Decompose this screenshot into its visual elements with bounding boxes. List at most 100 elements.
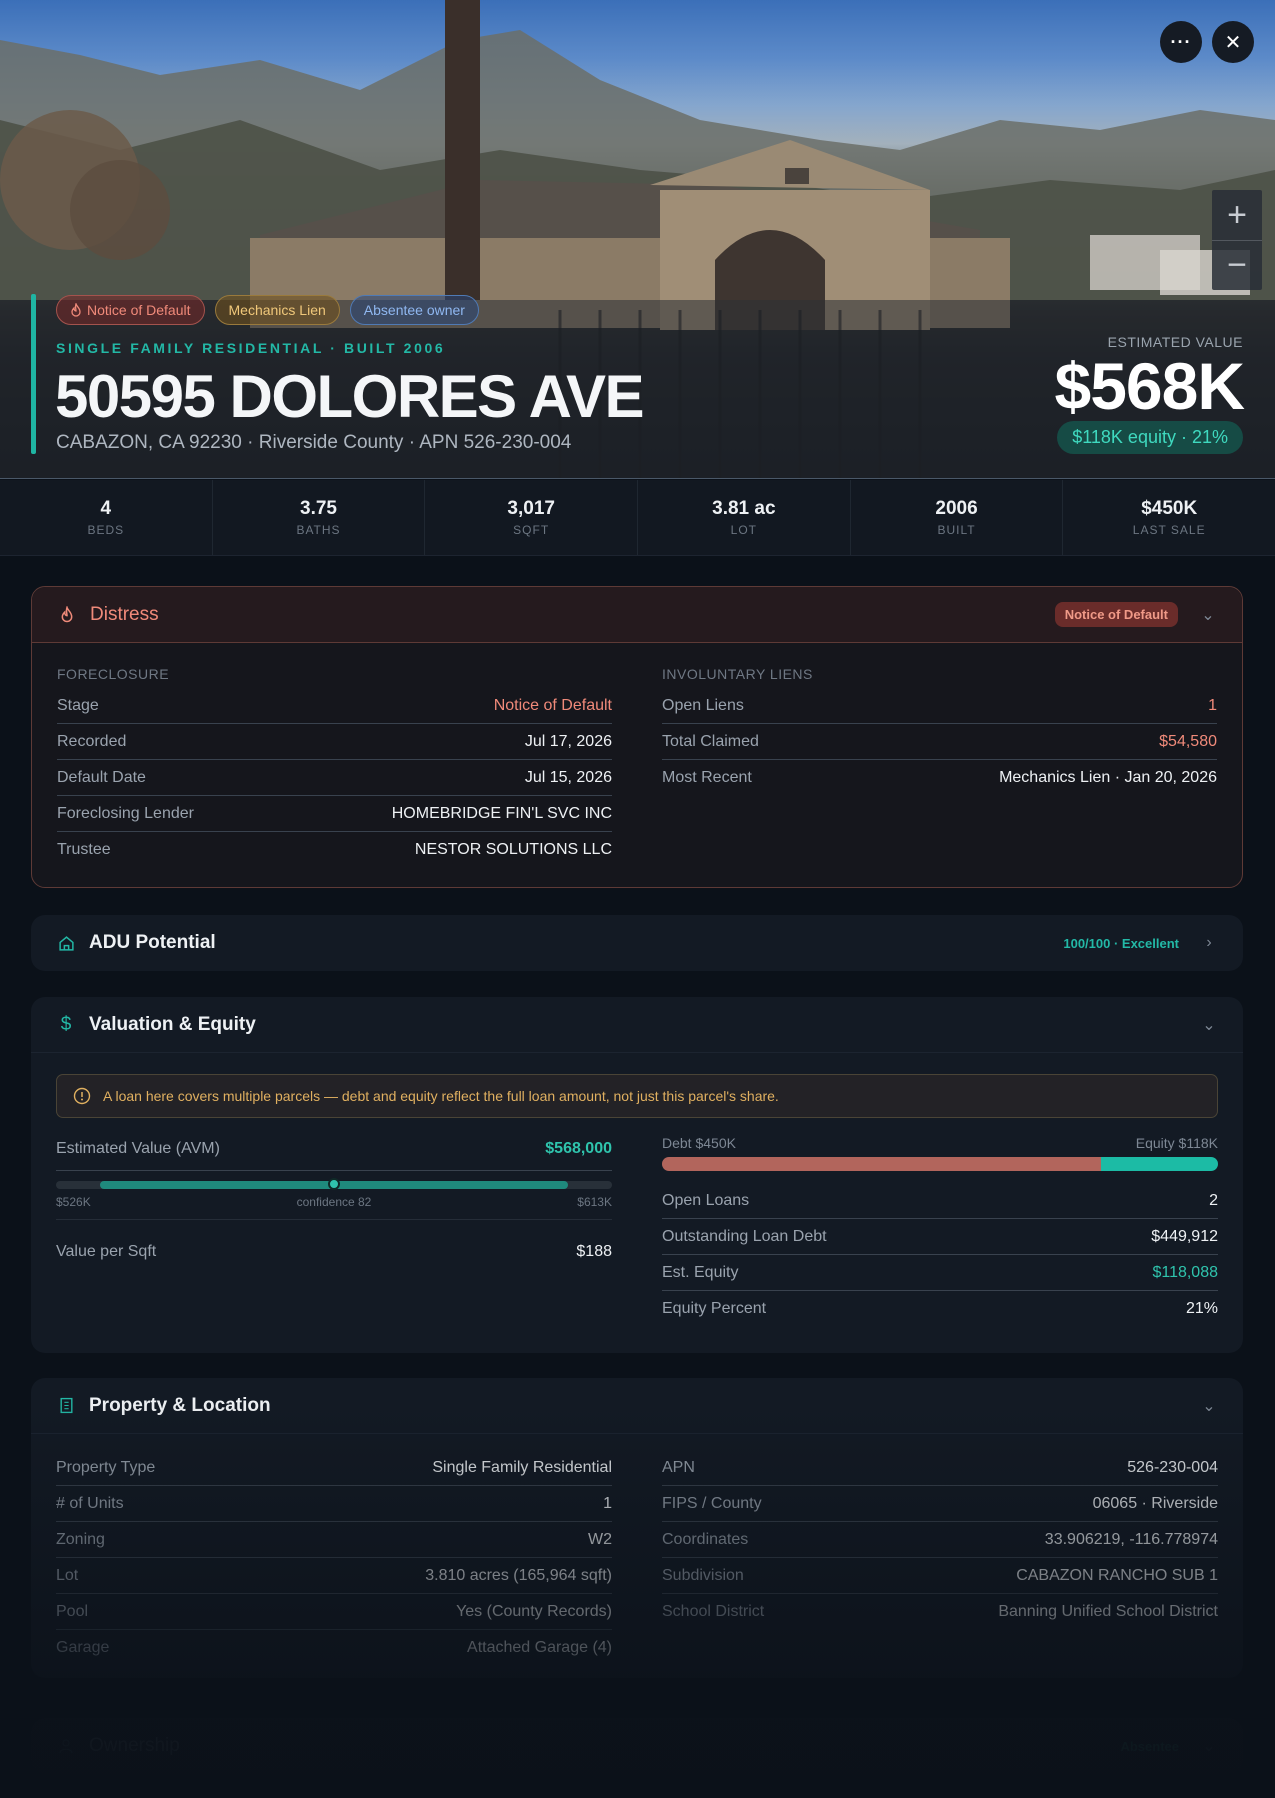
plus-icon: + [1227,195,1247,234]
zoom-out-button[interactable]: − [1212,240,1262,290]
chip-notice-of-default[interactable]: Notice of Default [56,295,205,325]
property-address: 50595 DOLORES AVE [55,363,645,430]
row-key: APN [662,1458,695,1476]
foreclosure-column: FORECLOSURE Stage Notice of Default Recor… [57,643,612,868]
avm-value: $568,000 [545,1140,612,1157]
flame-icon [71,303,81,317]
stat-label: BATHS [296,523,341,537]
row-key: Recorded [57,732,127,750]
row-key: Most Recent [662,769,752,786]
section-header-right: ⌄ [1201,1015,1217,1035]
avm-row: Estimated Value (AVM) $568,000 [56,1140,612,1162]
row-value: 3.810 acres (165,964 sqft) [425,1566,612,1584]
more-options-button[interactable]: ··· [1160,21,1202,63]
table-row: FIPS / County 06065 · Riverside [662,1486,1218,1522]
avm-label: Estimated Value (AVM) [56,1140,220,1157]
chip-absentee-owner[interactable]: Absentee owner [349,295,479,325]
chevron-right-icon[interactable]: › [1201,934,1217,952]
user-icon [57,1737,75,1755]
chevron-down-icon[interactable]: ⌄ [1200,605,1216,625]
table-row: Pool Yes (County Records) [56,1594,612,1630]
stat-value: $450K [1141,498,1198,519]
value-range-labels: $526K confidence 82 $613K [56,1195,612,1209]
section-header-right: Notice of Default ⌄ [1054,602,1216,627]
hero-divider [0,478,1275,479]
divider [56,1170,612,1171]
adu-section[interactable]: ADU Potential 100/100 · Excellent › [31,915,1243,971]
section-title: ADU Potential [89,932,216,953]
valuation-header[interactable]: $ Valuation & Equity ⌄ [31,997,1243,1053]
estimated-value: $568K [1054,349,1245,423]
ownership-section[interactable]: Ownership Absentee ⌄ [31,1718,1243,1774]
row-value: Jul 17, 2026 [524,732,612,750]
divider [56,1219,612,1220]
property-right-column: APN 526-230-004 FIPS / County 06065 · Rive… [662,1450,1218,1666]
table-row: Default Date Jul 15, 2026 [57,760,612,796]
stat-built: 2006 BUILT [851,480,1064,555]
row-value: Single Family Residential [432,1458,612,1476]
property-section: Property & Location ⌄ Property Type Singl… [31,1378,1243,1678]
debt-equity-bar [662,1157,1218,1171]
row-key: Zoning [56,1530,105,1548]
chevron-down-icon[interactable]: ⌄ [1201,1396,1217,1416]
chevron-down-icon[interactable]: ⌄ [1201,1736,1217,1756]
stat-baths: 3.75 BATHS [213,480,426,555]
row-value: 526-230-004 [1127,1458,1218,1476]
row-value: W2 [588,1530,612,1548]
row-key: Lot [56,1566,79,1584]
distress-columns: FORECLOSURE Stage Notice of Default Recor… [32,643,1242,868]
row-key: Value per Sqft [56,1243,157,1260]
row-key: Outstanding Loan Debt [662,1227,827,1245]
stat-last-sale: $450K LAST SALE [1063,480,1275,555]
table-row: Est. Equity $118,088 [662,1255,1218,1291]
status-chips: Notice of Default Mechanics Lien Absente… [56,295,479,325]
row-value: 33.906219, -116.778974 [1044,1530,1218,1548]
warning-text: A loan here covers multiple parcels — de… [103,1088,779,1104]
row-value: $449,912 [1151,1227,1218,1245]
zoom-in-button[interactable]: + [1212,190,1262,240]
row-key: FIPS / County [662,1494,762,1512]
stat-sqft: 3,017 SQFT [425,480,639,555]
equity-segment [1101,1157,1218,1171]
table-row: Stage Notice of Default [57,688,612,724]
row-value: $188 [576,1243,612,1260]
multi-parcel-warning: A loan here covers multiple parcels — de… [56,1074,1218,1118]
value-range-marker [328,1178,340,1190]
ownership-badge: Absentee [1120,1738,1179,1754]
row-value: $54,580 [1159,732,1217,750]
table-row: Most Recent Mechanics Lien · Jan 20, 2026 [662,760,1217,796]
valuation-columns: Estimated Value (AVM) $568,000 $526K con… [31,1118,1243,1327]
equity-column: Debt $450K Equity $118K Open Loans 2 Outs… [662,1118,1218,1327]
row-value: 21% [1185,1300,1218,1317]
row-value: NESTOR SOLUTIONS LLC [414,841,612,858]
row-value: 1 [603,1494,612,1512]
distress-header[interactable]: Distress Notice of Default ⌄ [32,587,1242,643]
row-value: HOMEBRIDGE FIN'L SVC INC [391,804,612,822]
adu-header[interactable]: ADU Potential 100/100 · Excellent › [31,915,1243,971]
row-key: School District [662,1603,765,1620]
dollar-icon: $ [60,1013,72,1035]
row-value: Jul 15, 2026 [524,768,612,786]
chip-mechanics-lien[interactable]: Mechanics Lien [214,295,340,325]
close-button[interactable]: ✕ [1212,21,1254,63]
table-row: Recorded Jul 17, 2026 [57,724,612,760]
map-zoom-control: + − [1212,190,1262,290]
ownership-header[interactable]: Ownership Absentee ⌄ [31,1718,1243,1774]
section-header-right: 100/100 · Excellent › [1063,934,1217,952]
status-badge: Notice of Default [1054,602,1178,627]
property-header[interactable]: Property & Location ⌄ [31,1378,1243,1434]
stat-beds: 4 BEDS [0,480,213,555]
row-key: Open Liens [662,696,744,714]
row-value: 2 [1209,1191,1218,1209]
range-low: $526K [56,1195,91,1209]
stat-value: 2006 [935,498,978,519]
chevron-down-icon[interactable]: ⌄ [1201,1015,1217,1035]
property-location: CABAZON, CA 92230 · Riverside County · A… [56,432,572,453]
row-key: Coordinates [662,1530,749,1548]
stat-label: BEDS [87,523,125,537]
row-value: CABAZON RANCHO SUB 1 [1016,1566,1218,1584]
table-row: Total Claimed $54,580 [662,724,1217,760]
row-value: Mechanics Lien · Jan 20, 2026 [999,769,1217,786]
row-key: Garage [56,1639,110,1656]
property-subtitle: SINGLE FAMILY RESIDENTIAL · BUILT 2006 [56,340,446,356]
